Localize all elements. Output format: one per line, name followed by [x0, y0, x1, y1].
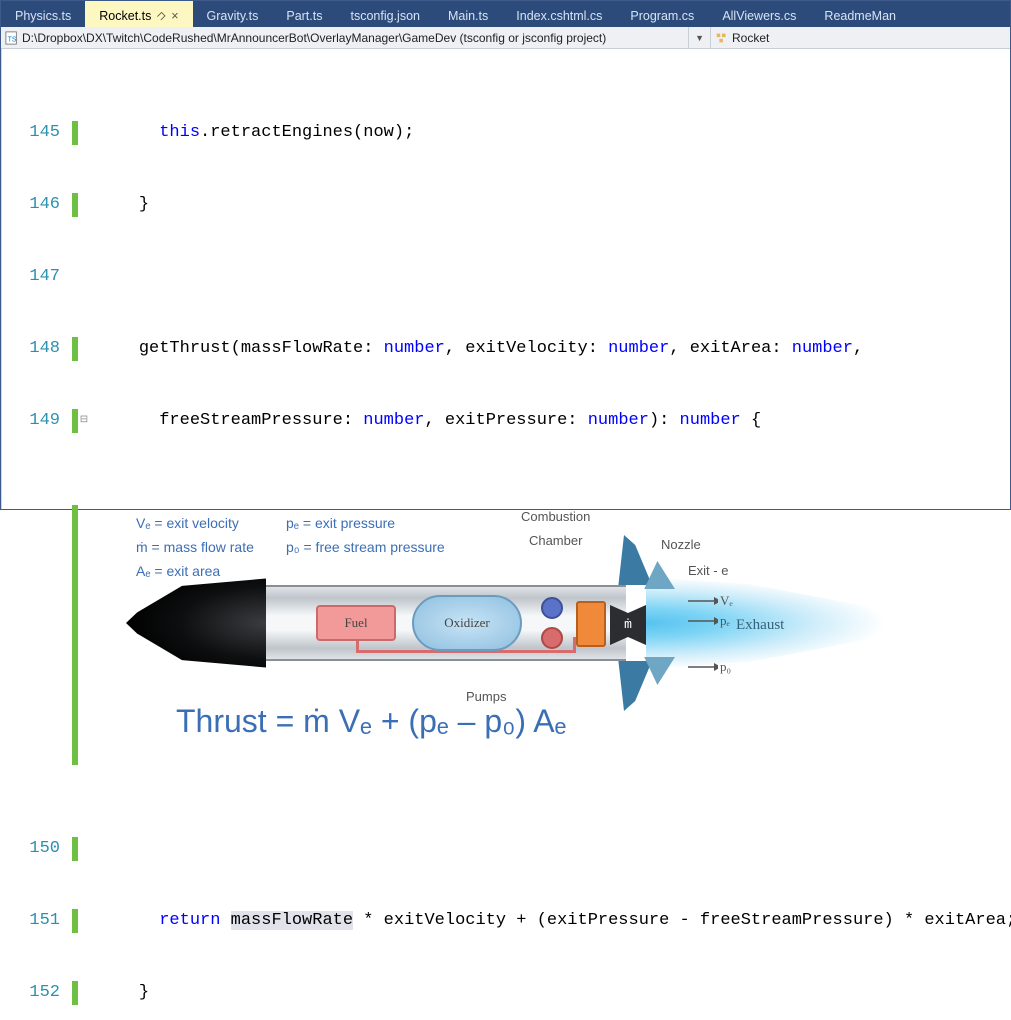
exhaust-label: Exhaust	[736, 613, 784, 637]
fold-toggle[interactable]: ⊟	[78, 409, 90, 433]
project-path-text: D:\Dropbox\DX\Twitch\CodeRushed\MrAnnoun…	[22, 31, 606, 45]
tab-readme[interactable]: ReadmeMan	[810, 1, 910, 27]
pump	[541, 597, 563, 619]
class-icon	[715, 31, 729, 45]
oxidizer-tank: Oxidizer	[412, 595, 522, 651]
tab-bar: Physics.ts Rocket.ts ⊓ × Gravity.ts Part…	[1, 1, 1010, 27]
legend-ae: Aₑ = exit area	[136, 559, 220, 583]
legend-m: ṁ = mass flow rate	[136, 535, 254, 559]
tab-gravity[interactable]: Gravity.ts	[193, 1, 273, 27]
code-area[interactable]: 145 this.retractEngines(now); 146 } 147 …	[2, 49, 1011, 509]
tab-main[interactable]: Main.ts	[434, 1, 502, 27]
path-dropdown-icon[interactable]: ▼	[688, 27, 710, 48]
combustion-chamber	[576, 601, 606, 647]
member-combo[interactable]: Rocket	[710, 27, 1010, 48]
tab-part[interactable]: Part.ts	[272, 1, 336, 27]
tab-rocket[interactable]: Rocket.ts ⊓ ×	[85, 1, 192, 27]
label-exit: Exit - e	[688, 559, 728, 583]
ts-file-icon: TS	[5, 31, 19, 45]
legend-ve: Vₑ = exit velocity	[136, 511, 239, 535]
legend-p0: p₀ = free stream pressure	[286, 535, 445, 559]
legend-pe: pₑ = exit pressure	[286, 511, 395, 535]
nav-bar: TS D:\Dropbox\DX\Twitch\CodeRushed\MrAnn…	[1, 27, 1010, 49]
line-number: 148	[2, 337, 72, 361]
line-number: 152	[2, 981, 72, 1005]
line-number: 151	[2, 909, 72, 933]
pump	[541, 627, 563, 649]
line-number: 150	[2, 837, 72, 861]
code-editor[interactable]: 145 this.retractEngines(now); 146 } 147 …	[1, 49, 1010, 509]
fin	[596, 535, 652, 585]
fin	[596, 661, 652, 711]
arrow-pe: pₑ	[688, 609, 730, 633]
tab-physics[interactable]: Physics.ts	[1, 1, 85, 27]
tab-index[interactable]: Index.cshtml.cs	[502, 1, 616, 27]
pin-icon[interactable]: ⊓	[155, 9, 168, 22]
rocket-nose	[126, 570, 266, 676]
nozzle-throat: ṁ	[610, 605, 646, 645]
fuel-tank: Fuel	[316, 605, 396, 641]
line-number: 145	[2, 121, 72, 145]
arrow-p0: p₀	[688, 655, 731, 679]
line-number: 149	[2, 409, 72, 433]
rocket-diagram: Vₑ = exit velocity pₑ = exit pressure ṁ …	[116, 505, 956, 765]
line-number: 146	[2, 193, 72, 217]
label-chamber: Combustion Chamber	[521, 505, 590, 553]
thrust-equation: Thrust = ṁ Vₑ + (pₑ – p₀) Aₑ	[116, 705, 566, 739]
tab-tsconfig[interactable]: tsconfig.json	[336, 1, 433, 27]
svg-text:TS: TS	[8, 36, 17, 43]
label-nozzle: Nozzle	[661, 533, 701, 557]
line-number: 147	[2, 265, 72, 289]
member-text: Rocket	[732, 31, 769, 45]
project-path-combo[interactable]: TS D:\Dropbox\DX\Twitch\CodeRushed\MrAnn…	[1, 27, 688, 48]
tab-program[interactable]: Program.cs	[616, 1, 708, 27]
tab-allviewers[interactable]: AllViewers.cs	[708, 1, 810, 27]
close-icon[interactable]: ×	[171, 9, 178, 23]
